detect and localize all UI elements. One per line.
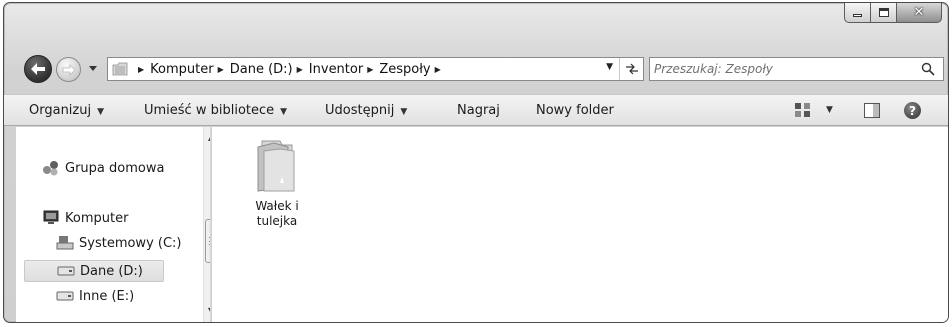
maximize-button[interactable] bbox=[871, 3, 897, 23]
share-label: Udostępnij bbox=[325, 103, 395, 118]
breadcrumb-separator-icon[interactable]: ▶ bbox=[297, 65, 303, 74]
breadcrumb-komputer[interactable]: Komputer bbox=[150, 62, 213, 77]
search-input[interactable] bbox=[654, 62, 904, 76]
minimize-button[interactable] bbox=[844, 3, 871, 23]
refresh-button[interactable] bbox=[619, 58, 643, 80]
share-button[interactable]: Udostępnij ▼ bbox=[325, 103, 407, 118]
nav-item-drive-c[interactable]: Systemowy (C:) bbox=[56, 232, 182, 254]
close-button[interactable]: ✕ bbox=[897, 3, 942, 23]
chevron-down-icon: ▼ bbox=[280, 107, 288, 117]
scroll-down-icon[interactable]: ▼ bbox=[208, 306, 210, 315]
address-bar[interactable]: ▶ Komputer ▶ Dane (D:) ▶ Inventor ▶ Zesp… bbox=[107, 57, 644, 81]
back-button[interactable] bbox=[24, 55, 52, 83]
address-dropdown-icon[interactable]: ▼ bbox=[606, 62, 613, 72]
folder-item-label-line1: Wałek i bbox=[255, 199, 299, 213]
homegroup-label: Grupa domowa bbox=[65, 160, 165, 176]
drive-c-label: Systemowy (C:) bbox=[79, 235, 182, 251]
scroll-thumb[interactable] bbox=[205, 219, 210, 263]
large-folder-icon bbox=[257, 140, 295, 192]
command-toolbar: Organizuj ▼ Umieść w bibliotece ▼ Udostępn… bbox=[4, 94, 948, 126]
grip-icon bbox=[209, 237, 210, 245]
breadcrumb-separator-icon[interactable]: ▶ bbox=[218, 65, 224, 74]
close-icon: ✕ bbox=[913, 5, 925, 20]
folder-item-label-line2: tulejka bbox=[256, 214, 298, 228]
forward-button[interactable] bbox=[56, 57, 81, 82]
file-list: Wałek i tulejka bbox=[212, 127, 948, 322]
forward-arrow-icon bbox=[62, 63, 76, 76]
nav-pane-scrollbar[interactable]: ▲ ▼ bbox=[203, 127, 210, 322]
computer-label: Komputer bbox=[65, 210, 129, 226]
new-folder-label: Nowy folder bbox=[536, 103, 614, 118]
minimize-icon bbox=[853, 14, 862, 17]
search-icon[interactable] bbox=[921, 62, 935, 76]
breadcrumb-separator-icon[interactable]: ▶ bbox=[435, 65, 441, 74]
burn-button[interactable]: Nagraj bbox=[457, 103, 500, 118]
new-folder-button[interactable]: Nowy folder bbox=[536, 103, 614, 118]
chevron-down-icon: ▼ bbox=[97, 107, 105, 117]
breadcrumb-dane[interactable]: Dane (D:) bbox=[230, 62, 293, 77]
nav-item-drive-d[interactable]: Dane (D:) bbox=[24, 260, 164, 282]
homegroup-icon bbox=[42, 160, 60, 176]
back-arrow-icon bbox=[31, 63, 45, 75]
refresh-arrows-icon bbox=[625, 63, 638, 75]
navigation-bar: ▶ Komputer ▶ Dane (D:) ▶ Inventor ▶ Zesp… bbox=[4, 53, 948, 87]
maximize-icon bbox=[878, 8, 889, 17]
view-options-dropdown-icon[interactable]: ▼ bbox=[826, 105, 833, 115]
folder-item[interactable]: Wałek i tulejka bbox=[238, 137, 316, 229]
drive-e-label: Inne (E:) bbox=[79, 288, 135, 304]
help-icon[interactable]: ? bbox=[904, 102, 921, 119]
scroll-up-icon[interactable]: ▲ bbox=[208, 133, 210, 142]
organize-button[interactable]: Organizuj ▼ bbox=[29, 103, 104, 118]
caption-buttons: ✕ bbox=[844, 3, 942, 23]
navigation-pane: Grupa domowa Komputer Systemowy (C:) Dan… bbox=[16, 127, 211, 322]
library-label: Umieść w bibliotece bbox=[144, 103, 275, 118]
breadcrumb-separator-icon[interactable]: ▶ bbox=[138, 65, 144, 74]
drive-icon bbox=[56, 291, 74, 301]
change-view-icon[interactable] bbox=[794, 102, 812, 118]
breadcrumb-zespoly[interactable]: Zespoły bbox=[379, 62, 430, 77]
drive-icon bbox=[57, 266, 75, 276]
explorer-window: ✕ ▶ Komputer ▶ Dane (D:) ▶ Inventor ▶ Ze… bbox=[3, 2, 949, 323]
preview-pane-icon[interactable] bbox=[864, 103, 880, 118]
history-dropdown-icon[interactable] bbox=[88, 63, 98, 73]
breadcrumb-separator-icon[interactable]: ▶ bbox=[367, 65, 373, 74]
system-drive-icon bbox=[56, 235, 74, 251]
nav-item-drive-e[interactable]: Inne (E:) bbox=[56, 285, 134, 307]
drive-d-label: Dane (D:) bbox=[80, 263, 143, 279]
organize-label: Organizuj bbox=[29, 103, 92, 118]
nav-item-computer[interactable]: Komputer bbox=[42, 207, 128, 229]
computer-icon bbox=[42, 210, 60, 226]
chevron-down-icon: ▼ bbox=[400, 107, 408, 117]
search-box[interactable] bbox=[649, 57, 944, 81]
nav-item-homegroup[interactable]: Grupa domowa bbox=[42, 157, 164, 179]
burn-label: Nagraj bbox=[457, 103, 500, 118]
include-in-library-button[interactable]: Umieść w bibliotece ▼ bbox=[144, 103, 287, 118]
breadcrumb-inventor[interactable]: Inventor bbox=[309, 62, 363, 77]
folder-item-label: Wałek i tulejka bbox=[255, 199, 298, 229]
folder-icon bbox=[112, 62, 128, 76]
